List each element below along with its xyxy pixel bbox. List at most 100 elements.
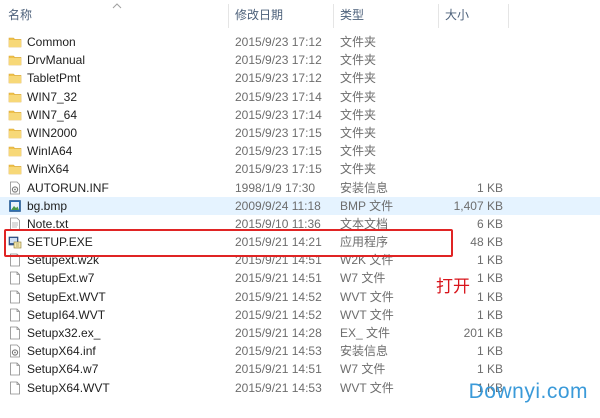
file-row[interactable]: WIN2000 2015/9/23 17:15 文件夹 xyxy=(0,124,600,142)
file-row[interactable]: TabletPmt 2015/9/23 17:12 文件夹 xyxy=(0,69,600,87)
folder-icon xyxy=(8,126,22,140)
file-row[interactable]: WIN7_64 2015/9/23 17:14 文件夹 xyxy=(0,106,600,124)
file-icon xyxy=(8,326,22,340)
file-type: 文件夹 xyxy=(340,162,377,177)
file-modified: 2015/9/23 17:12 xyxy=(235,53,322,68)
file-icon xyxy=(8,308,22,322)
column-header-size[interactable]: 大小 xyxy=(445,0,469,30)
file-icon xyxy=(8,381,22,395)
file-name: SetupX64.WVT xyxy=(27,380,110,395)
file-type: WVT 文件 xyxy=(340,289,394,304)
file-size: 1 KB xyxy=(476,253,503,268)
file-row[interactable]: SetupExt.WVT 2015/9/21 14:52 WVT 文件 1 KB xyxy=(0,288,600,306)
file-name: SetupI64.WVT xyxy=(27,307,106,322)
file-name: DrvManual xyxy=(27,53,86,68)
file-row[interactable]: SetupI64.WVT 2015/9/21 14:52 WVT 文件 1 KB xyxy=(0,306,600,324)
file-row[interactable]: SetupX64.inf 2015/9/21 14:53 安装信息 1 KB xyxy=(0,342,600,360)
folder-icon xyxy=(8,71,22,85)
file-name: WinX64 xyxy=(27,162,70,177)
file-row[interactable]: WinX64 2015/9/23 17:15 文件夹 xyxy=(0,160,600,178)
setup-info-icon xyxy=(8,181,22,195)
file-type: WVT 文件 xyxy=(340,307,394,322)
file-type: 文件夹 xyxy=(340,71,377,86)
file-modified: 2009/9/24 11:18 xyxy=(235,198,321,213)
column-separator[interactable] xyxy=(228,4,229,28)
file-modified: 2015/9/21 14:51 xyxy=(235,362,322,377)
column-separator[interactable] xyxy=(438,4,439,28)
folder-icon xyxy=(8,162,22,176)
file-icon xyxy=(8,362,22,376)
file-modified: 2015/9/23 17:14 xyxy=(235,89,322,104)
file-size: 1 KB xyxy=(476,362,503,377)
setup-info-icon xyxy=(8,344,22,358)
file-modified: 2015/9/23 17:12 xyxy=(235,71,322,86)
file-type: 安装信息 xyxy=(340,180,389,195)
file-list: Common 2015/9/23 17:12 文件夹 DrvManual 2015/9/… xyxy=(0,33,600,397)
file-type: WVT 文件 xyxy=(340,380,394,395)
file-name: SetupX64.w7 xyxy=(27,362,99,377)
file-size: 1 KB xyxy=(476,271,503,286)
file-size: 1 KB xyxy=(476,289,503,304)
file-type: W7 文件 xyxy=(340,362,386,377)
folder-icon xyxy=(8,108,22,122)
file-modified: 2015/9/21 14:53 xyxy=(235,380,322,395)
file-type: 安装信息 xyxy=(340,344,389,359)
file-name: WIN7_64 xyxy=(27,107,78,122)
file-type: 文件夹 xyxy=(340,144,377,159)
column-header-modified[interactable]: 修改日期 xyxy=(235,0,283,30)
setup-exe-callout-box xyxy=(4,229,453,257)
file-type: EX_ 文件 xyxy=(340,326,391,340)
column-separator[interactable] xyxy=(333,4,334,28)
file-name: SetupX64.inf xyxy=(27,344,96,359)
file-name: WIN7_32 xyxy=(27,89,78,104)
file-size: 1 KB xyxy=(476,344,503,359)
file-name: Setupx32.ex_ xyxy=(27,326,101,340)
file-row[interactable]: WIN7_32 2015/9/23 17:14 文件夹 xyxy=(0,88,600,106)
file-type: 文件夹 xyxy=(340,89,377,104)
file-modified: 2015/9/21 14:51 xyxy=(235,271,322,286)
file-name: bg.bmp xyxy=(27,198,68,213)
file-modified: 2015/9/23 17:14 xyxy=(235,107,322,122)
file-name: WIN2000 xyxy=(27,125,78,140)
file-type: 文件夹 xyxy=(340,107,377,122)
file-name: WinIA64 xyxy=(27,144,73,159)
open-annotation: 打开 xyxy=(436,277,470,297)
file-row[interactable]: Common 2015/9/23 17:12 文件夹 xyxy=(0,33,600,51)
file-row[interactable]: bg.bmp 2009/9/24 11:18 BMP 文件 1,407 KB xyxy=(0,196,600,215)
file-type: 文件夹 xyxy=(340,53,377,68)
folder-icon xyxy=(8,53,22,67)
file-row[interactable]: SetupX64.w7 2015/9/21 14:51 W7 文件 1 KB xyxy=(0,360,600,378)
file-size: 1 KB xyxy=(476,307,503,322)
file-name: Common xyxy=(27,35,76,49)
file-size: 1,407 KB xyxy=(453,198,503,213)
file-size: 6 KB xyxy=(476,216,503,231)
file-modified: 2015/9/21 14:52 xyxy=(235,307,322,322)
file-name: TabletPmt xyxy=(27,71,81,86)
file-row[interactable]: WinIA64 2015/9/23 17:15 文件夹 xyxy=(0,142,600,160)
file-size: 48 KB xyxy=(470,235,503,250)
column-header-type[interactable]: 类型 xyxy=(340,0,364,30)
column-header-bar: 名称 修改日期 类型 大小 xyxy=(0,0,600,30)
folder-icon xyxy=(8,35,22,49)
file-modified: 2015/9/21 14:52 xyxy=(235,289,322,304)
file-modified: 2015/9/23 17:15 xyxy=(235,125,322,140)
file-modified: 2015/9/23 17:15 xyxy=(235,144,322,159)
column-header-name[interactable]: 名称 xyxy=(8,0,32,30)
file-row[interactable]: AUTORUN.INF 1998/1/9 17:30 安装信息 1 KB xyxy=(0,179,600,197)
file-row[interactable]: SetupExt.w7 2015/9/21 14:51 W7 文件 1 KB xyxy=(0,269,600,287)
sort-ascending-icon xyxy=(112,3,122,9)
file-type: BMP 文件 xyxy=(340,198,394,213)
file-name: AUTORUN.INF xyxy=(27,180,109,195)
file-row[interactable]: Setupx32.ex_ 2015/9/21 14:28 EX_ 文件 201 KB xyxy=(0,324,600,342)
watermark: Downyi.com xyxy=(468,380,588,403)
file-type: W7 文件 xyxy=(340,271,386,286)
file-modified: 2015/9/23 17:15 xyxy=(235,162,322,177)
file-modified: 1998/1/9 17:30 xyxy=(235,180,316,195)
file-row[interactable]: DrvManual 2015/9/23 17:12 文件夹 xyxy=(0,51,600,69)
file-modified: 2015/9/23 17:12 xyxy=(235,35,322,49)
file-name: SetupExt.WVT xyxy=(27,289,106,304)
folder-icon xyxy=(8,90,22,104)
column-separator[interactable] xyxy=(508,4,509,28)
image-file-icon xyxy=(8,199,22,213)
file-size: 201 KB xyxy=(463,326,503,340)
